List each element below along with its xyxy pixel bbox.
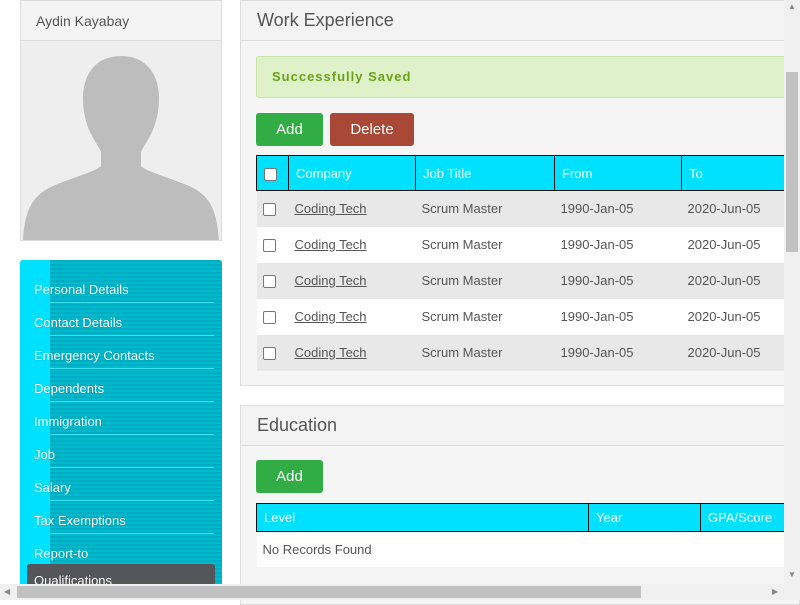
row-checkbox[interactable]	[262, 239, 276, 253]
col-gpa[interactable]: GPA/Score	[700, 503, 796, 532]
company-link[interactable]: Coding Tech	[295, 273, 367, 288]
job-title-cell: Scrum Master	[415, 334, 555, 371]
work-experience-title: Work Experience	[241, 1, 799, 41]
profile-card: Aydin Kayabay	[20, 0, 222, 241]
col-company[interactable]: Company	[288, 155, 416, 191]
education-title: Education	[241, 406, 799, 446]
from-cell: 1990-Jan-05	[554, 334, 682, 371]
job-title-cell: Scrum Master	[415, 298, 555, 335]
from-cell: 1990-Jan-05	[554, 190, 682, 227]
table-row: Coding Tech Scrum Master 1990-Jan-05 202…	[256, 334, 796, 371]
job-title-cell: Scrum Master	[415, 190, 555, 227]
to-cell: 2020-Jun-05	[681, 262, 796, 299]
row-checkbox[interactable]	[262, 275, 276, 289]
row-checkbox[interactable]	[262, 311, 276, 325]
add-work-button[interactable]: Add	[256, 113, 323, 146]
company-link[interactable]: Coding Tech	[295, 237, 367, 252]
col-year[interactable]: Year	[588, 503, 701, 532]
select-all-checkbox[interactable]	[264, 167, 277, 181]
from-cell: 1990-Jan-05	[554, 262, 682, 299]
sidebar-item-job[interactable]: Job	[34, 435, 214, 468]
profile-photo[interactable]	[21, 41, 221, 240]
to-cell: 2020-Jun-05	[681, 298, 796, 335]
col-from[interactable]: From	[554, 155, 682, 191]
to-cell: 2020-Jun-05	[681, 226, 796, 263]
delete-work-button[interactable]: Delete	[330, 113, 414, 146]
sidebar-item-emergency-contacts[interactable]: Emergency Contacts	[34, 336, 214, 369]
to-cell: 2020-Jun-05	[681, 334, 796, 371]
col-to[interactable]: To	[681, 155, 796, 191]
sidebar-item-dependents[interactable]: Dependents	[34, 369, 214, 402]
sidebar-item-immigration[interactable]: Immigration	[34, 402, 214, 435]
company-link[interactable]: Coding Tech	[295, 345, 367, 360]
work-experience-table: Company Job Title From To Coding Tech Sc…	[256, 155, 796, 371]
sidebar-item-personal-details[interactable]: Personal Details	[34, 270, 214, 303]
col-job-title[interactable]: Job Title	[415, 155, 555, 191]
employee-name: Aydin Kayabay	[21, 1, 221, 41]
vertical-scroll-thumb[interactable]	[786, 72, 798, 252]
table-row: Coding Tech Scrum Master 1990-Jan-05 202…	[256, 298, 796, 335]
from-cell: 1990-Jan-05	[554, 298, 682, 335]
sidebar-nav: Personal Details Contact Details Emergen…	[20, 260, 222, 584]
to-cell: 2020-Jun-05	[681, 190, 796, 227]
scroll-down-icon[interactable]: ▼	[788, 570, 796, 579]
avatar-silhouette-icon	[23, 56, 219, 240]
row-checkbox[interactable]	[262, 347, 276, 361]
sidebar-item-salary[interactable]: Salary	[34, 468, 214, 501]
horizontal-scroll-thumb[interactable]	[17, 586, 641, 598]
scroll-right-icon[interactable]: ▶	[772, 587, 778, 596]
from-cell: 1990-Jan-05	[554, 226, 682, 263]
col-level[interactable]: Level	[256, 503, 589, 532]
scroll-up-icon[interactable]: ▲	[788, 2, 796, 11]
table-row: Coding Tech Scrum Master 1990-Jan-05 202…	[256, 226, 796, 263]
table-row: Coding Tech Scrum Master 1990-Jan-05 202…	[256, 262, 796, 299]
sidebar-item-contact-details[interactable]: Contact Details	[34, 303, 214, 336]
job-title-cell: Scrum Master	[415, 226, 555, 263]
success-alert: Successfully Saved	[256, 56, 796, 98]
empty-message: No Records Found	[256, 531, 796, 567]
row-checkbox[interactable]	[262, 203, 276, 217]
company-link[interactable]: Coding Tech	[295, 201, 367, 216]
job-title-cell: Scrum Master	[415, 262, 555, 299]
sidebar-item-qualifications[interactable]: Qualifications	[27, 564, 215, 584]
education-table: Level Year GPA/Score No Records Found	[256, 503, 796, 567]
sidebar-item-tax-exemptions[interactable]: Tax Exemptions	[34, 501, 214, 534]
scroll-left-icon[interactable]: ◀	[4, 587, 10, 596]
table-row: Coding Tech Scrum Master 1990-Jan-05 202…	[256, 190, 796, 227]
sidebar-item-report-to[interactable]: Report-to	[34, 534, 214, 567]
add-education-button[interactable]: Add	[256, 460, 323, 493]
company-link[interactable]: Coding Tech	[295, 309, 367, 324]
